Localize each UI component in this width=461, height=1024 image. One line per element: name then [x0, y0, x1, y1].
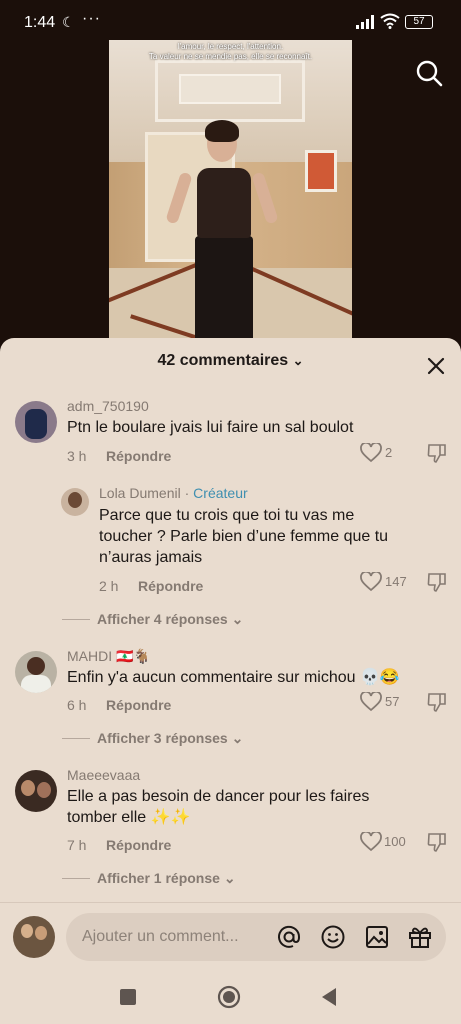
mention-icon[interactable] — [276, 924, 302, 950]
thumbs-down-icon[interactable] — [426, 831, 448, 853]
reply-button[interactable]: Répondre — [106, 837, 171, 853]
moon-icon: ☾ — [62, 14, 75, 30]
video-caption-line: l'amour, le respect, l'attention. — [177, 42, 284, 51]
comment-input-placeholder: Ajouter un comment... — [82, 928, 239, 945]
comment-text: Elle a pas besoin de dancer pour les fai… — [67, 786, 447, 828]
close-icon[interactable] — [424, 354, 448, 378]
battery-icon: 57 — [405, 15, 433, 29]
thumbs-down-icon[interactable] — [426, 442, 448, 464]
comment-text: Parce que tu crois que toi tu vas me tou… — [99, 505, 439, 568]
divider — [62, 619, 90, 620]
system-nav-bar — [0, 968, 461, 1024]
comment-username[interactable]: adm_750190 — [67, 398, 149, 414]
heart-icon[interactable] — [360, 443, 382, 463]
comment-username[interactable]: MAHDI 🇱🇧🐐 — [67, 648, 151, 665]
video-person-top — [197, 168, 251, 238]
emoji-icon[interactable] — [320, 924, 346, 950]
show-replies-button[interactable]: Afficher 1 réponse ⌄ — [97, 870, 236, 887]
video-player[interactable]: l'amour, le respect, l'attention. Ta val… — [109, 40, 352, 340]
heart-icon[interactable] — [360, 572, 382, 592]
avatar[interactable] — [15, 401, 57, 443]
comment-time: 6 h — [67, 697, 87, 713]
chevron-down-icon: ⌄ — [231, 730, 244, 746]
video-painting — [305, 150, 337, 192]
reply-button[interactable]: Répondre — [138, 578, 203, 594]
search-icon[interactable] — [414, 58, 444, 88]
comment-text: Ptn le boulare jvais lui faire un sal bo… — [67, 419, 354, 436]
divider — [62, 738, 90, 739]
show-replies-button[interactable]: Afficher 3 réponses ⌄ — [97, 730, 243, 747]
reply-button[interactable]: Répondre — [106, 448, 171, 464]
like-count: 57 — [385, 694, 400, 709]
comment-time: 2 h — [99, 578, 119, 594]
chevron-down-icon: ⌄ — [231, 611, 244, 627]
creator-name: Lola Dumenil — [99, 485, 181, 501]
heart-icon[interactable] — [360, 692, 382, 712]
comment-text-line: n’auras jamais — [99, 549, 203, 566]
thumbs-down-icon[interactable] — [426, 691, 448, 713]
like-count: 147 — [385, 574, 407, 589]
show-replies-label: Afficher 1 réponse — [97, 870, 220, 886]
comment-username[interactable]: Lola Dumenil · Créateur — [99, 485, 248, 501]
comments-count-label: 42 commentaires — [157, 352, 289, 369]
show-replies-label: Afficher 3 réponses — [97, 730, 228, 746]
user-avatar[interactable] — [13, 916, 55, 958]
show-replies-button[interactable]: Afficher 4 réponses ⌄ — [97, 611, 243, 628]
comment-text-line: toucher ? Parle bien d’une femme que tu — [99, 528, 389, 545]
comment-input[interactable]: Ajouter un comment... — [66, 913, 446, 961]
avatar[interactable] — [15, 770, 57, 812]
badge-separator: · — [184, 485, 190, 501]
status-time: 1:44 — [24, 14, 56, 31]
recents-icon[interactable] — [119, 988, 137, 1006]
avatar[interactable] — [61, 488, 89, 516]
signal-icon — [356, 15, 374, 29]
image-icon[interactable] — [364, 924, 390, 950]
video-person-pants — [195, 236, 253, 340]
divider — [62, 878, 90, 879]
thumbs-down-icon[interactable] — [426, 571, 448, 593]
video-person-hair — [205, 120, 239, 142]
status-bar: 1:44 ☾ ··· 57 — [0, 0, 461, 44]
video-caption-line: Ta valeur ne se mendie pas, elle se reco… — [148, 52, 313, 61]
wifi-icon — [380, 13, 400, 29]
like-count: 100 — [384, 834, 406, 849]
video-caption: l'amour, le respect, l'attention. Ta val… — [109, 42, 352, 62]
creator-badge: Créateur — [193, 485, 248, 501]
gift-icon[interactable] — [407, 924, 433, 950]
heart-icon[interactable] — [360, 832, 382, 852]
comment-text-line: tomber elle ✨✨ — [67, 809, 191, 826]
comment-time: 7 h — [67, 837, 87, 853]
chevron-down-icon: ⌄ — [292, 353, 304, 368]
comment-username[interactable]: Maeeevaaa — [67, 767, 140, 783]
reply-button[interactable]: Répondre — [106, 697, 171, 713]
comment-time: 3 h — [67, 448, 87, 464]
home-icon[interactable] — [217, 985, 241, 1009]
comment-text: Enfin y'a aucun commentaire sur michou 💀… — [67, 669, 400, 686]
show-replies-label: Afficher 4 réponses — [97, 611, 228, 627]
video-ceiling-molding-inner — [179, 74, 281, 104]
comment-text-line: Elle a pas besoin de dancer pour les fai… — [67, 788, 370, 805]
comment-text-line: Parce que tu crois que toi tu vas me — [99, 507, 355, 524]
comments-title[interactable]: 42 commentaires ⌄ — [0, 352, 461, 370]
back-icon[interactable] — [320, 987, 338, 1007]
like-count: 2 — [385, 445, 393, 460]
chevron-down-icon: ⌄ — [223, 870, 236, 886]
comment-input-bar: Ajouter un comment... — [0, 902, 461, 968]
avatar[interactable] — [15, 651, 57, 693]
more-dots-icon: ··· — [82, 10, 101, 27]
